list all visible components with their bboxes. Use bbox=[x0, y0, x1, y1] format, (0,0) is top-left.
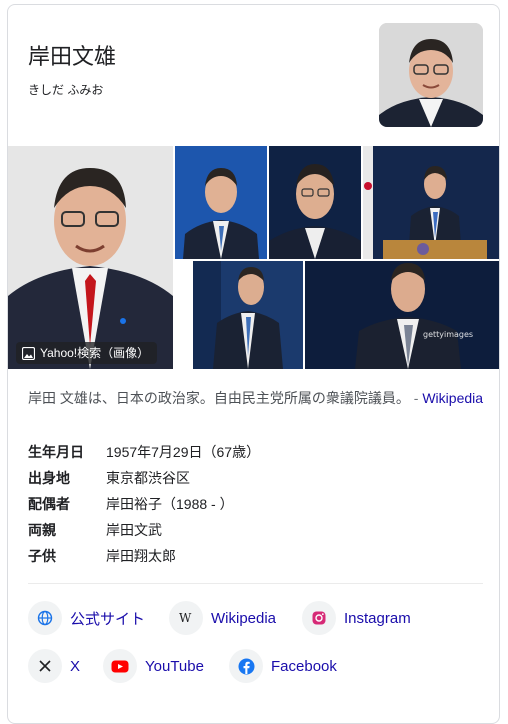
gallery-photo[interactable] bbox=[269, 146, 361, 259]
fact-label: 子供 bbox=[28, 548, 56, 564]
profile-label: 公式サイト bbox=[70, 610, 146, 628]
x-icon bbox=[28, 649, 62, 683]
profile-label: YouTube bbox=[145, 657, 204, 675]
fact-label: 出身地 bbox=[28, 470, 70, 486]
fact-row: 生年月日 1957年7月29日（67歳） bbox=[28, 439, 488, 465]
fact-value-link[interactable]: 東京都渋谷区 bbox=[106, 468, 190, 488]
profile-chip-instagram[interactable]: Instagram bbox=[302, 601, 411, 635]
fact-row: 配偶者 岸田裕子 （1988 - ） bbox=[28, 491, 488, 517]
entity-title: 岸田文雄 bbox=[28, 44, 117, 69]
getty-watermark: gettyimages bbox=[423, 330, 473, 339]
fact-row: 出身地 東京都渋谷区 bbox=[28, 465, 488, 491]
entity-avatar[interactable] bbox=[379, 23, 483, 127]
press-conference-photo bbox=[363, 146, 499, 259]
portrait-photo bbox=[379, 23, 483, 127]
fact-label: 両親 bbox=[28, 522, 56, 538]
instagram-icon bbox=[302, 601, 336, 635]
gallery-gap bbox=[175, 261, 191, 369]
profile-chip-wikipedia[interactable]: W Wikipedia bbox=[169, 601, 276, 635]
youtube-icon bbox=[103, 649, 137, 683]
fact-row: 両親 岸田文武 bbox=[28, 517, 488, 543]
knowledge-panel: 岸田文雄 きしだ ふみお Yahoo!検索（画像） gettyimages 岸田… bbox=[7, 4, 500, 724]
gallery-photo[interactable] bbox=[363, 146, 499, 259]
profile-label: X bbox=[70, 657, 81, 675]
globe-icon bbox=[28, 601, 62, 635]
description-text: 岸田 文雄は、日本の政治家。自由民主党所属の衆議院議員。 bbox=[28, 390, 410, 406]
profile-chip-official-site[interactable]: 公式サイト bbox=[28, 601, 145, 635]
profile-chip-x[interactable]: X bbox=[28, 649, 80, 683]
image-source-chip[interactable]: Yahoo!検索（画像） bbox=[16, 342, 158, 364]
gallery-photo[interactable] bbox=[193, 261, 303, 369]
portrait-photo: gettyimages bbox=[305, 261, 499, 369]
fact-value-suffix: （1988 - ） bbox=[162, 496, 234, 512]
gallery-photo[interactable] bbox=[175, 146, 267, 259]
facebook-icon bbox=[229, 649, 263, 683]
main-photo[interactable] bbox=[8, 146, 173, 369]
image-source-label: Yahoo!検索（画像） bbox=[40, 346, 150, 360]
profile-chip-youtube[interactable]: YouTube bbox=[103, 649, 204, 683]
image-gallery: Yahoo!検索（画像） gettyimages bbox=[8, 146, 499, 369]
description-dash: - bbox=[413, 390, 419, 406]
profile-label: Instagram bbox=[344, 609, 411, 627]
portrait-photo bbox=[193, 261, 303, 369]
fact-value-link[interactable]: 岸田裕子 bbox=[106, 494, 162, 514]
fact-label: 配偶者 bbox=[28, 496, 70, 512]
gallery-photo[interactable]: gettyimages bbox=[305, 261, 499, 369]
portrait-photo bbox=[8, 146, 173, 369]
profile-chip-facebook[interactable]: Facebook bbox=[229, 649, 337, 683]
section-divider bbox=[28, 583, 483, 584]
entity-description: 岸田 文雄は、日本の政治家。自由民主党所属の衆議院議員。 - Wikipedia bbox=[28, 387, 488, 409]
facts-list: 生年月日 1957年7月29日（67歳） 出身地 東京都渋谷区 配偶者 岸田裕子… bbox=[28, 439, 488, 569]
portrait-photo bbox=[175, 146, 267, 259]
fact-label: 生年月日 bbox=[28, 444, 84, 460]
image-icon bbox=[22, 346, 35, 360]
profile-label: Wikipedia bbox=[211, 609, 277, 627]
svg-text:W: W bbox=[179, 611, 192, 625]
profile-label: Facebook bbox=[271, 657, 337, 675]
wikipedia-source-link[interactable]: Wikipedia bbox=[422, 390, 483, 406]
wikipedia-icon: W bbox=[169, 601, 203, 635]
fact-value-link[interactable]: 岸田翔太郎 bbox=[106, 546, 176, 566]
fact-value: 1957年7月29日（67歳） bbox=[106, 444, 261, 460]
fact-value-link[interactable]: 岸田文武 bbox=[106, 520, 162, 540]
fact-row: 子供 岸田翔太郎 bbox=[28, 543, 488, 569]
entity-reading: きしだ ふみお bbox=[28, 83, 104, 97]
portrait-photo bbox=[269, 146, 361, 259]
